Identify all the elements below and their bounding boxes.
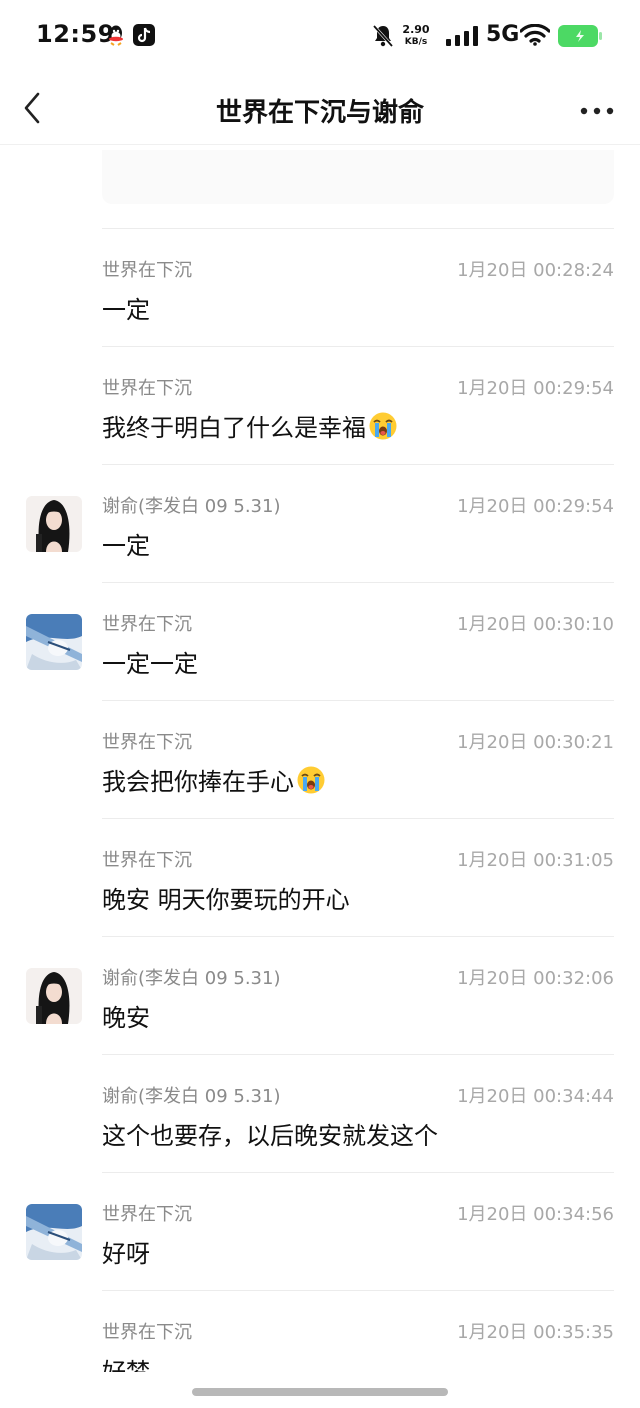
previous-message-card xyxy=(102,150,614,204)
message-time: 1月20日 00:34:56 xyxy=(457,1204,614,1225)
message-text: 一定一定 xyxy=(102,644,198,679)
sender-name: 世界在下沉 xyxy=(102,378,192,399)
crying-emoji-icon xyxy=(366,412,398,442)
chat-header: 世界在下沉与谢俞 xyxy=(0,72,640,145)
sender-name: 谢俞(李发白 09 5.31) xyxy=(102,496,281,517)
message-time: 1月20日 00:30:21 xyxy=(457,732,614,753)
message-text: 我会把你捧在手心 xyxy=(102,762,326,797)
divider xyxy=(102,582,614,583)
status-bar: 12:59 2.90 KB/s 5G xyxy=(0,0,640,72)
message-text-content: 我终于明白了什么是幸福 xyxy=(102,414,366,442)
divider xyxy=(102,1054,614,1055)
message-text: 好呀 xyxy=(102,1234,150,1269)
message-text: 晚安 xyxy=(102,998,150,1033)
sender-name: 世界在下沉 xyxy=(102,850,192,871)
divider xyxy=(102,1290,614,1291)
message-text: 这个也要存，以后晚安就发这个 xyxy=(102,1116,438,1151)
more-options-button[interactable] xyxy=(580,102,614,115)
sender-name: 世界在下沉 xyxy=(102,614,192,635)
home-indicator[interactable] xyxy=(192,1388,448,1396)
sender-name: 世界在下沉 xyxy=(102,1322,192,1343)
message-item-5[interactable]: 世界在下沉 1月20日 00:31:05 晚安 明天你要玩的开心 xyxy=(0,818,640,936)
qq-icon xyxy=(107,24,125,50)
divider xyxy=(102,818,614,819)
crying-emoji-icon xyxy=(294,766,326,796)
message-item-2[interactable]: 谢俞(李发白 09 5.31) 1月20日 00:29:54 一定 xyxy=(0,464,640,582)
message-time: 1月20日 00:29:54 xyxy=(457,496,614,517)
message-item-1[interactable]: 世界在下沉 1月20日 00:29:54 我终于明白了什么是幸福 xyxy=(0,346,640,464)
message-time: 1月20日 00:34:44 xyxy=(457,1086,614,1107)
tiktok-icon xyxy=(133,24,155,50)
message-text: 晚安 明天你要玩的开心 xyxy=(102,880,350,915)
avatar-dark-hair[interactable] xyxy=(26,968,82,1024)
message-time: 1月20日 00:32:06 xyxy=(457,968,614,989)
message-text-content: 晚安 明天你要玩的开心 xyxy=(102,886,350,914)
avatar-blue-hair[interactable] xyxy=(26,1204,82,1260)
net-speed: 2.90 KB/s xyxy=(400,24,432,48)
sender-name: 世界在下沉 xyxy=(102,1204,192,1225)
network-type: 5G xyxy=(486,22,520,47)
divider xyxy=(102,228,614,229)
message-time: 1月20日 00:28:24 xyxy=(457,260,614,281)
status-time: 12:59 xyxy=(36,20,115,48)
message-text: 一定 xyxy=(102,526,150,561)
message-time: 1月20日 00:31:05 xyxy=(457,850,614,871)
wifi-icon xyxy=(519,23,551,50)
divider xyxy=(102,464,614,465)
net-speed-unit: KB/s xyxy=(404,37,428,47)
sender-name: 谢俞(李发白 09 5.31) xyxy=(102,968,281,989)
avatar-blue-hair[interactable] xyxy=(26,614,82,670)
page-title: 世界在下沉与谢俞 xyxy=(215,98,424,128)
message-item-4[interactable]: 世界在下沉 1月20日 00:30:21 我会把你捧在手心 xyxy=(0,700,640,818)
message-text-content: 这个也要存，以后晚安就发这个 xyxy=(102,1122,438,1150)
message-text-content: 我会把你捧在手心 xyxy=(102,768,294,796)
message-text-content: 晚安 xyxy=(102,1004,150,1032)
message-text-content: 一定 xyxy=(102,296,150,324)
message-text-content: 一定 xyxy=(102,532,150,560)
more-dots-icon xyxy=(580,107,614,115)
message-item-6[interactable]: 谢俞(李发白 09 5.31) 1月20日 00:32:06 晚安 xyxy=(0,936,640,1054)
sender-name: 世界在下沉 xyxy=(102,260,192,281)
divider xyxy=(102,700,614,701)
message-text-content: 一定一定 xyxy=(102,650,198,678)
divider xyxy=(102,936,614,937)
signal-icon xyxy=(446,26,480,50)
avatar-dark-hair[interactable] xyxy=(26,496,82,552)
message-item-8[interactable]: 世界在下沉 1月20日 00:34:56 好呀 xyxy=(0,1172,640,1290)
message-text: 一定 xyxy=(102,290,150,325)
message-time: 1月20日 00:35:35 xyxy=(457,1322,614,1343)
net-speed-value: 2.90 xyxy=(402,23,430,36)
message-item-0[interactable]: 世界在下沉 1月20日 00:28:24 一定 xyxy=(0,228,640,346)
sender-name: 谢俞(李发白 09 5.31) xyxy=(102,1086,281,1107)
bell-muted-icon xyxy=(372,24,394,52)
sender-name: 世界在下沉 xyxy=(102,732,192,753)
divider xyxy=(102,346,614,347)
divider xyxy=(102,1172,614,1173)
message-item-3[interactable]: 世界在下沉 1月20日 00:30:10 一定一定 xyxy=(0,582,640,700)
message-text-content: 好呀 xyxy=(102,1240,150,1268)
message-time: 1月20日 00:29:54 xyxy=(457,378,614,399)
message-time: 1月20日 00:30:10 xyxy=(457,614,614,635)
battery-icon xyxy=(558,25,604,51)
message-text: 我终于明白了什么是幸福 xyxy=(102,408,398,443)
message-list[interactable]: 世界在下沉 1月20日 00:28:24 一定 世界在下沉 1月20日 00:2… xyxy=(0,228,640,1408)
message-item-7[interactable]: 谢俞(李发白 09 5.31) 1月20日 00:34:44 这个也要存，以后晚… xyxy=(0,1054,640,1172)
